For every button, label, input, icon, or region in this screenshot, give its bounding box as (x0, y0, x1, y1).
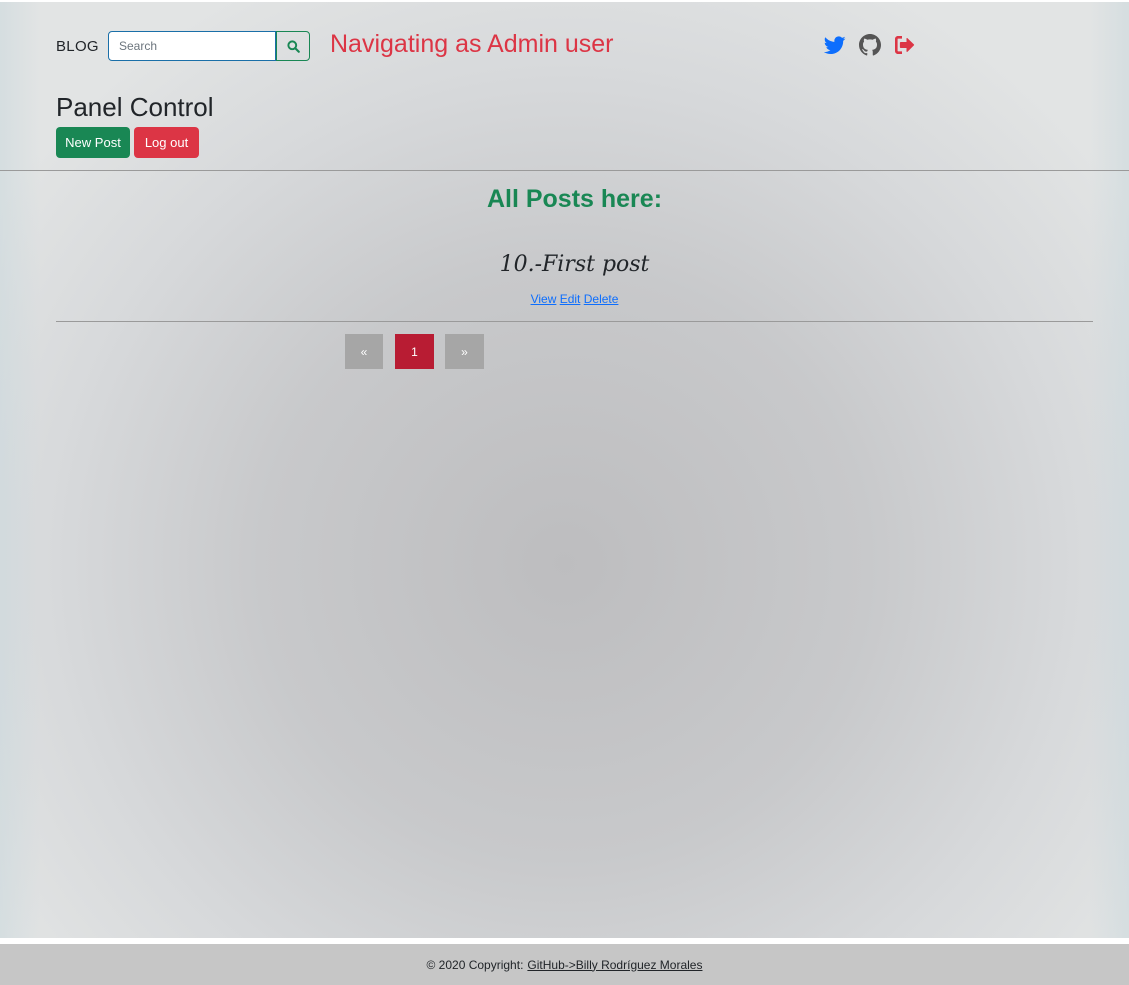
brand-link[interactable]: BLOG (56, 38, 99, 55)
footer: © 2020 Copyright: GitHub->Billy Rodrígue… (0, 944, 1129, 985)
divider (56, 321, 1093, 322)
github-icon (859, 34, 881, 56)
post-title: 10.-First post (499, 252, 650, 277)
twitter-icon (824, 35, 846, 54)
next-page-button[interactable]: » (445, 334, 484, 369)
copyright-text: © 2020 Copyright: (426, 957, 524, 972)
search-input[interactable] (108, 31, 276, 61)
logout-icon (895, 36, 915, 54)
github-link[interactable] (858, 34, 882, 56)
logout-link[interactable] (893, 34, 917, 56)
view-post-link[interactable]: View (531, 292, 557, 306)
page-title: Panel Control (56, 92, 214, 122)
new-post-button[interactable]: New Post (56, 127, 130, 158)
edit-post-link[interactable]: Edit (560, 292, 581, 306)
search-button[interactable] (276, 31, 310, 61)
divider (0, 170, 1129, 171)
previous-page-button[interactable]: « (345, 334, 383, 369)
posts-heading: All Posts here: (486, 185, 663, 213)
twitter-link[interactable] (823, 34, 847, 56)
search-icon (286, 39, 300, 53)
logout-button[interactable]: Log out (134, 127, 199, 158)
page-1-button[interactable]: 1 (395, 334, 434, 369)
admin-status-text: Navigating as Admin user (330, 30, 614, 58)
delete-post-link[interactable]: Delete (584, 292, 619, 306)
post-actions: View Edit Delete (0, 292, 1129, 306)
github-author-link[interactable]: GitHub->Billy Rodríguez Morales (527, 958, 702, 972)
